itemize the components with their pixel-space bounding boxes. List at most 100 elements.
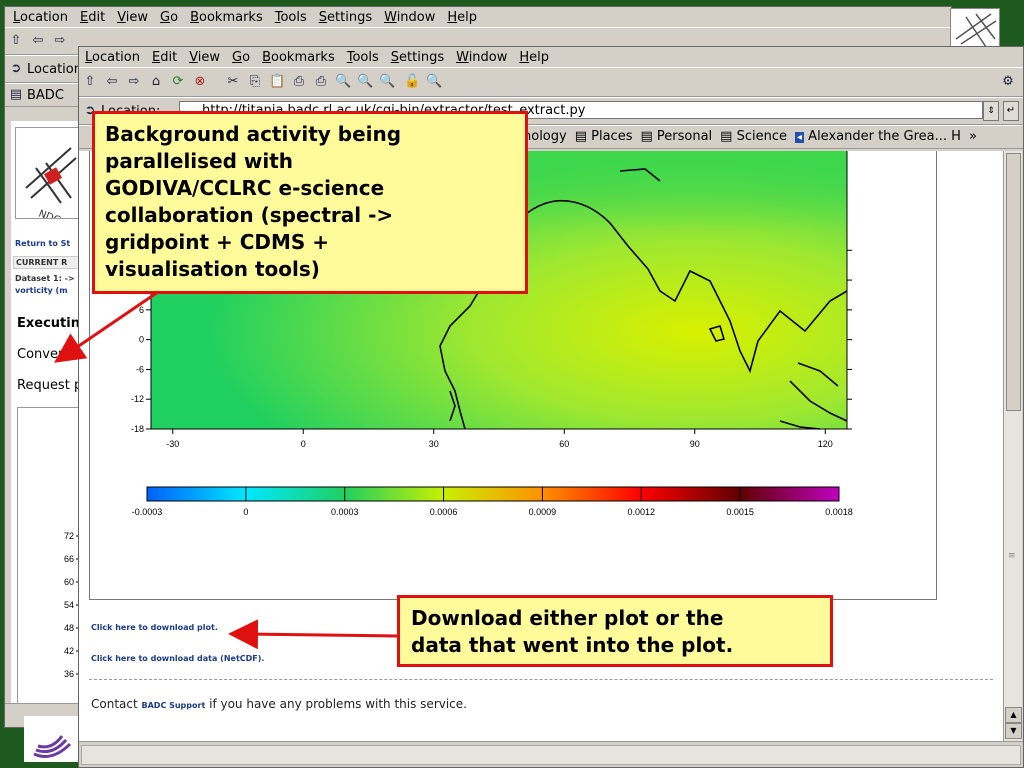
bookmark-places-label: Places: [591, 129, 633, 144]
bookmark-personal-label: Personal: [656, 129, 713, 144]
copy-icon[interactable]: ⎘: [247, 75, 263, 89]
location-icon: ➲: [10, 61, 22, 76]
menu-go[interactable]: Go: [232, 50, 250, 65]
bookmark-places[interactable]: ▤ Places: [575, 129, 633, 144]
print-frame-icon[interactable]: ⎙: [313, 75, 329, 89]
home-icon[interactable]: ⌂: [148, 75, 164, 89]
up-icon[interactable]: ⇧: [82, 75, 98, 89]
front-menubar: Location Edit View Go Bookmarks Tools Se…: [79, 47, 1023, 67]
callout-line: data that went into the plot.: [411, 633, 734, 657]
go-icon[interactable]: ↵: [1003, 101, 1019, 121]
divider: [89, 679, 993, 680]
x-tick-label: 30: [429, 439, 439, 449]
back-location-label: Location: [27, 61, 82, 77]
back-y-tick-label: 60: [64, 577, 74, 587]
paste-icon[interactable]: 📋: [269, 75, 285, 89]
back-y-tick-label: 48: [64, 623, 74, 633]
grid-logo-icon: [955, 13, 997, 48]
bookmark-technology[interactable]: nology: [523, 129, 567, 144]
contact-prefix: Contact: [91, 697, 138, 711]
x-tick-label: 90: [690, 439, 700, 449]
svg-text:NDG: NDG: [37, 208, 62, 218]
menu-window[interactable]: Window: [384, 10, 435, 25]
bookmark-science[interactable]: ▤ Science: [720, 129, 787, 144]
bookmark-alexander[interactable]: ◂ Alexander the Grea... H: [795, 129, 961, 144]
back-logo-right: [950, 8, 1000, 50]
menu-go[interactable]: Go: [160, 10, 178, 25]
reload-icon[interactable]: ⟳: [170, 75, 186, 89]
colorbar-bar: [146, 486, 840, 502]
zoom-in-icon[interactable]: 🔍: [357, 75, 373, 89]
x-tick-label: 120: [818, 439, 833, 449]
colorbar-tick-label: 0.0003: [331, 507, 359, 517]
vertical-scrollbar[interactable]: ≡ ▲ ▼: [1003, 151, 1022, 741]
callout-line: Download either plot or the: [411, 606, 724, 630]
menu-tools[interactable]: Tools: [347, 50, 379, 65]
back-y-tick-label: 72: [64, 531, 74, 541]
menu-edit[interactable]: Edit: [152, 50, 177, 65]
ndg-logo-graphic: NDG: [25, 147, 77, 227]
back-badc-bookmark[interactable]: BADC: [27, 88, 64, 103]
colorbar-tick-label: 0.0015: [726, 507, 754, 517]
menu-view[interactable]: View: [189, 50, 220, 65]
callout-line: GODIVA/CCLRC e-science: [105, 176, 385, 200]
cut-icon[interactable]: ✂: [225, 75, 241, 89]
menu-help[interactable]: Help: [447, 10, 477, 25]
executing-heading: Executin: [17, 316, 80, 331]
zoom-out-icon[interactable]: 🔍: [379, 75, 395, 89]
zoom-reset-icon[interactable]: 🔍: [335, 75, 351, 89]
menu-location[interactable]: Location: [13, 10, 68, 25]
menu-tools[interactable]: Tools: [275, 10, 307, 25]
front-status-bar: [79, 741, 1023, 767]
colorbar-tick-label: -0.0003: [132, 507, 163, 517]
y-tick-label: -12: [131, 394, 144, 404]
bookmarks-list: nology ▤ Places ▤ Personal ▤ Science ◂ A…: [523, 129, 977, 144]
security-lock-icon[interactable]: 🔓: [404, 75, 420, 89]
menu-bookmarks[interactable]: Bookmarks: [190, 10, 263, 25]
menu-view[interactable]: View: [117, 10, 148, 25]
badc-support-link[interactable]: BADC Support: [142, 701, 206, 710]
bookmark-alexander-label: Alexander the Grea... H: [808, 129, 961, 144]
colorbar-tick-label: 0.0018: [825, 507, 853, 517]
menu-settings[interactable]: Settings: [319, 10, 372, 25]
x-tick-label: 0: [301, 439, 306, 449]
menu-settings[interactable]: Settings: [391, 50, 444, 65]
url-dropdown-icon[interactable]: ⇕: [983, 101, 999, 121]
back-icon[interactable]: ⇦: [104, 75, 120, 89]
return-link[interactable]: Return to St: [15, 239, 70, 248]
y-tick-label: 6: [139, 305, 144, 315]
swirl-logo-icon: [33, 735, 72, 758]
print-icon[interactable]: ⎙: [291, 75, 307, 89]
stop-icon[interactable]: ⊗: [192, 75, 208, 89]
contact-suffix: if you have any problems with this servi…: [209, 697, 467, 711]
menu-window[interactable]: Window: [456, 50, 507, 65]
vorticity-label: vorticity (m: [15, 286, 68, 295]
up-icon[interactable]: ⇧: [8, 34, 24, 48]
back-y-tick-label: 54: [64, 600, 74, 610]
scroll-down-button[interactable]: ▼: [1005, 723, 1022, 739]
back-menubar: Location Edit View Go Bookmarks Tools Se…: [5, 7, 951, 27]
bookmark-folder-icon: ▤: [9, 87, 23, 102]
page-icon: ◂: [795, 132, 805, 143]
download-data-link[interactable]: Click here to download data (NetCDF).: [91, 654, 264, 663]
scrollbar-grip-icon: ≡: [1008, 551, 1016, 561]
menu-edit[interactable]: Edit: [80, 10, 105, 25]
forward-icon[interactable]: ⇨: [126, 75, 142, 89]
request-text: Request p: [17, 378, 83, 393]
callout-line: visualisation tools): [105, 257, 320, 281]
forward-icon[interactable]: ⇨: [52, 34, 68, 48]
find-icon[interactable]: 🔍: [426, 75, 442, 89]
back-y-tick-label: 66: [64, 554, 74, 564]
scroll-up-button[interactable]: ▲: [1005, 707, 1022, 723]
scrollbar-thumb[interactable]: [1006, 153, 1021, 411]
callout-background-activity: Background activity being parallelised w…: [92, 111, 528, 294]
back-icon[interactable]: ⇦: [30, 34, 46, 48]
y-tick-label: -6: [136, 364, 144, 374]
more-bookmarks-icon[interactable]: »: [969, 129, 977, 144]
download-plot-link[interactable]: Click here to download plot.: [91, 623, 218, 632]
callout-line: parallelised with: [105, 149, 294, 173]
menu-bookmarks[interactable]: Bookmarks: [262, 50, 335, 65]
bookmark-personal[interactable]: ▤ Personal: [640, 129, 712, 144]
menu-location[interactable]: Location: [85, 50, 140, 65]
menu-help[interactable]: Help: [519, 50, 549, 65]
